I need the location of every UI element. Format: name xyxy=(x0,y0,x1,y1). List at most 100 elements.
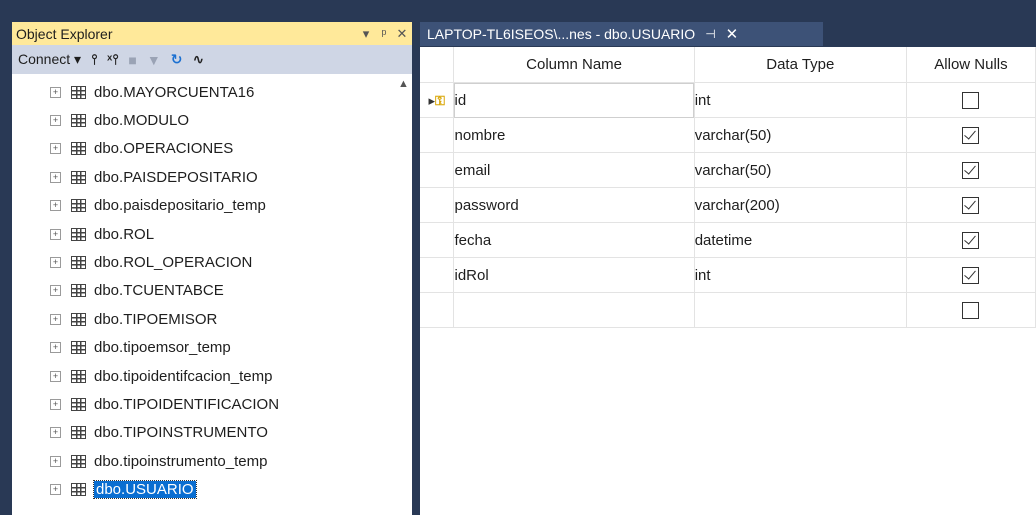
row-selector[interactable] xyxy=(420,257,455,293)
table-row[interactable]: nombre varchar(50) xyxy=(420,117,1036,153)
tab-pin-icon[interactable]: ⊣ xyxy=(705,27,715,41)
column-name-cell[interactable]: idRol xyxy=(453,257,695,293)
auto-hide-pin-icon[interactable]: ᵖ xyxy=(378,26,390,42)
table-icon xyxy=(71,114,86,128)
window-position-dropdown-icon[interactable]: ▾ xyxy=(360,26,372,42)
primary-key-icon: ▸⚿ xyxy=(428,92,445,108)
table-row[interactable]: ▸⚿ id int xyxy=(420,82,1036,118)
tree-item[interactable]: + dbo.PAISDEPOSITARIO xyxy=(12,163,412,191)
table-icon xyxy=(71,199,86,213)
data-type-cell[interactable]: int xyxy=(694,257,907,293)
data-type-cell[interactable]: int xyxy=(694,82,907,118)
row-selector-header xyxy=(420,47,455,83)
column-name-cell[interactable]: email xyxy=(453,152,695,188)
column-name-cell[interactable] xyxy=(453,292,695,328)
tree-item[interactable]: + dbo.TIPOIDENTIFICACION xyxy=(12,390,412,418)
allow-nulls-checkbox[interactable] xyxy=(962,231,980,249)
row-selector[interactable]: ▸⚿ xyxy=(420,82,455,118)
object-explorer-panel: Object Explorer ▾ ᵖ ✕ Connect ▾ ⫯ ˣ⫯ ■ ▼… xyxy=(12,22,412,515)
data-type-cell[interactable]: varchar(50) xyxy=(694,152,907,188)
tree-item[interactable]: + dbo.TIPOEMISOR xyxy=(12,305,412,333)
row-selector[interactable] xyxy=(420,187,455,223)
object-explorer-title-bar: Object Explorer ▾ ᵖ ✕ xyxy=(12,22,412,45)
row-selector[interactable] xyxy=(420,152,455,188)
data-type-cell[interactable]: varchar(200) xyxy=(694,187,907,223)
tree-item[interactable]: + dbo.ROL_OPERACION xyxy=(12,248,412,276)
table-row[interactable]: idRol int xyxy=(420,257,1036,293)
column-name-cell[interactable]: password xyxy=(453,187,695,223)
tree-item[interactable]: + dbo.paisdepositario_temp xyxy=(12,192,412,220)
tree-item[interactable]: + dbo.tipoidentifcacion_temp xyxy=(12,362,412,390)
document-tab-usuario[interactable]: LAPTOP-TL6ISEOS\...nes - dbo.USUARIO ⊣ ✕ xyxy=(420,22,823,46)
tree-item[interactable]: + dbo.ROL xyxy=(12,220,412,248)
refresh-icon[interactable]: ↻ xyxy=(171,51,183,68)
expand-plus-icon[interactable]: + xyxy=(50,115,61,127)
allow-nulls-cell xyxy=(906,292,1036,328)
allow-nulls-checkbox[interactable] xyxy=(962,161,980,179)
column-name-cell[interactable]: nombre xyxy=(453,117,695,153)
expand-plus-icon[interactable]: + xyxy=(50,427,61,439)
allow-nulls-cell xyxy=(906,187,1036,223)
expand-plus-icon[interactable]: + xyxy=(50,455,61,467)
expand-plus-icon[interactable]: + xyxy=(50,143,61,155)
tree-item-label: dbo.tipoidentifcacion_temp xyxy=(94,367,273,385)
column-name-header: Column Name xyxy=(453,47,695,83)
table-icon xyxy=(71,85,86,99)
table-row[interactable]: fecha datetime xyxy=(420,222,1036,258)
tab-title: LAPTOP-TL6ISEOS\...nes - dbo.USUARIO xyxy=(427,26,696,42)
expand-plus-icon[interactable]: + xyxy=(50,484,61,496)
row-selector[interactable] xyxy=(420,222,455,258)
column-name-cell[interactable]: fecha xyxy=(453,222,695,258)
table-icon xyxy=(71,256,86,270)
expand-plus-icon[interactable]: + xyxy=(50,313,61,325)
connect-plug-icon[interactable]: ⫯ xyxy=(91,51,97,68)
expand-plus-icon[interactable]: + xyxy=(50,342,61,354)
scroll-up-icon[interactable]: ▲ xyxy=(398,78,409,90)
activity-monitor-icon[interactable]: ∿ xyxy=(192,51,204,68)
allow-nulls-cell xyxy=(906,222,1036,258)
row-selector[interactable] xyxy=(420,117,455,153)
disconnect-plug-icon[interactable]: ˣ⫯ xyxy=(107,51,118,68)
table-icon xyxy=(71,312,86,326)
allow-nulls-checkbox[interactable] xyxy=(962,301,980,319)
tree-item[interactable]: + dbo.MODULO xyxy=(12,106,412,134)
expand-plus-icon[interactable]: + xyxy=(50,200,61,212)
expand-plus-icon[interactable]: + xyxy=(50,285,61,297)
tree-item[interactable]: + dbo.TCUENTABCE xyxy=(12,277,412,305)
tree-item[interactable]: + dbo.tipoinstrumento_temp xyxy=(12,447,412,475)
table-row[interactable] xyxy=(420,292,1036,328)
tree-item[interactable]: + dbo.MAYORCUENTA16 xyxy=(12,78,412,106)
expand-plus-icon[interactable]: + xyxy=(50,86,61,98)
tree-item[interactable]: + dbo.USUARIO xyxy=(12,475,412,503)
column-name-cell[interactable]: id xyxy=(453,82,695,118)
expand-plus-icon[interactable]: + xyxy=(50,370,61,382)
allow-nulls-checkbox[interactable] xyxy=(962,126,980,144)
tab-close-icon[interactable]: ✕ xyxy=(726,25,739,43)
table-row[interactable]: email varchar(50) xyxy=(420,152,1036,188)
tree-scrollbar[interactable]: ▲ xyxy=(394,74,412,515)
allow-nulls-checkbox[interactable] xyxy=(962,196,980,214)
connect-dropdown-button[interactable]: Connect ▾ xyxy=(18,51,81,68)
tree-item-label: dbo.TIPOINSTRUMENTO xyxy=(94,424,268,442)
object-explorer-tree: + dbo.MAYORCUENTA16 + dbo.MODULO + dbo.OPERAC… xyxy=(12,74,412,504)
expand-plus-icon[interactable]: + xyxy=(50,228,61,240)
tree-item[interactable]: + dbo.OPERACIONES xyxy=(12,135,412,163)
data-type-cell[interactable]: datetime xyxy=(694,222,907,258)
tree-item-label: dbo.MAYORCUENTA16 xyxy=(94,83,255,101)
data-type-cell[interactable] xyxy=(694,292,907,328)
object-explorer-title: Object Explorer xyxy=(16,25,113,42)
data-type-cell[interactable]: varchar(50) xyxy=(694,117,907,153)
allow-nulls-checkbox[interactable] xyxy=(962,91,980,109)
tree-item[interactable]: + dbo.tipoemsor_temp xyxy=(12,334,412,362)
table-icon xyxy=(71,341,86,355)
close-icon[interactable]: ✕ xyxy=(396,26,408,42)
stop-icon[interactable]: ■ xyxy=(128,52,136,68)
tree-item[interactable]: + dbo.TIPOINSTRUMENTO xyxy=(12,419,412,447)
row-selector[interactable] xyxy=(420,292,455,328)
expand-plus-icon[interactable]: + xyxy=(50,398,61,410)
filter-icon[interactable]: ▼ xyxy=(147,52,161,68)
expand-plus-icon[interactable]: + xyxy=(50,257,61,269)
expand-plus-icon[interactable]: + xyxy=(50,171,61,183)
allow-nulls-checkbox[interactable] xyxy=(962,266,980,284)
table-row[interactable]: password varchar(200) xyxy=(420,187,1036,223)
